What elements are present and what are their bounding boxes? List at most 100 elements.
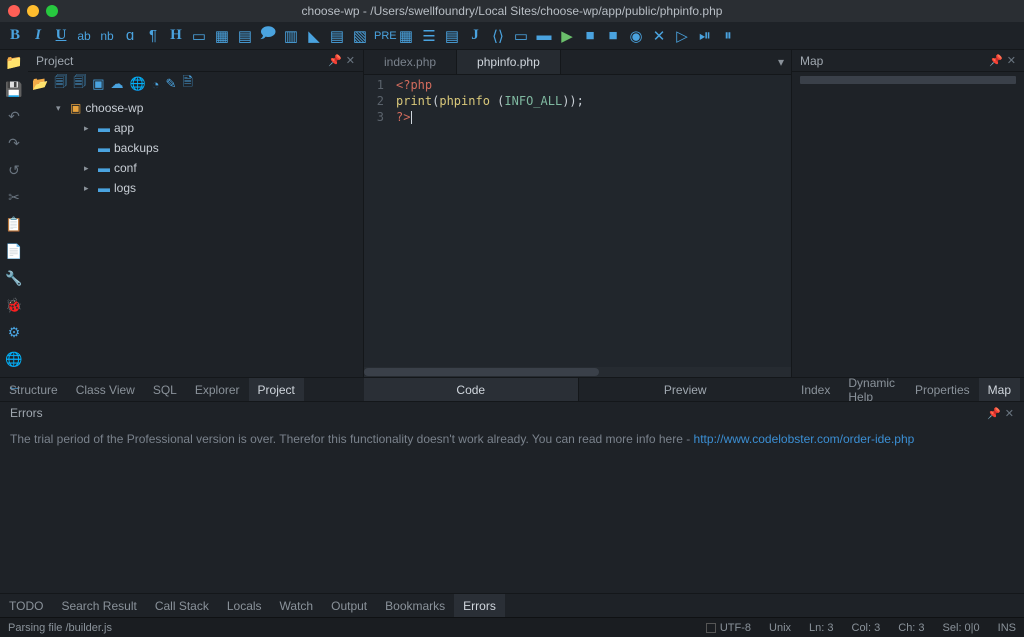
tab-search-result[interactable]: Search Result [52,594,145,617]
close-panel-icon[interactable]: ✕ [346,54,355,67]
tab-properties[interactable]: Properties [906,378,979,402]
save-icon[interactable]: 💾 [5,81,22,98]
j-button[interactable]: J [466,27,484,44]
underline-button[interactable]: U [52,27,70,44]
italic-button[interactable]: I [29,27,47,44]
proj-tool-0[interactable]: 📂 [32,76,48,92]
chevron-right-icon[interactable]: ▸ [84,183,94,194]
tab-index[interactable]: Index [792,378,839,402]
proj-tool-3[interactable]: ▣ [92,76,104,92]
errors-link[interactable]: http://www.codelobster.com/order-ide.php [694,432,915,446]
ab-button[interactable]: ab [75,29,93,43]
wrench-icon[interactable]: 🔧 [5,270,22,287]
tab-structure[interactable]: Structure [0,378,67,402]
tab-class-view[interactable]: Class View [67,378,144,402]
tool-22[interactable]: ▭ [512,27,530,45]
maximize-icon[interactable] [46,5,58,17]
proj-tool-4[interactable]: ☁ [110,76,123,92]
tool-18[interactable]: ☰ [420,27,438,45]
gear-icon[interactable]: ⚙ [8,324,21,341]
globe-icon[interactable]: 🌐 [5,351,22,368]
tree-root[interactable]: ▾ ▣ choose-wp [28,98,363,118]
pre-button[interactable]: PRE [374,30,392,42]
run-button[interactable]: ▶ [558,27,576,45]
breakpoint-button[interactable]: ◉ [627,27,645,45]
pin-icon[interactable]: 📌 [989,54,1003,67]
proj-tool-1[interactable]: 🗐 [54,73,67,95]
redo-icon[interactable]: ↷ [8,135,20,152]
tab-index-php[interactable]: index.php [364,50,457,74]
status-encoding[interactable]: UTF-8 [706,622,751,634]
tool-29[interactable]: ▷ [673,27,691,45]
tree-folder-backups[interactable]: ▬ backups [28,138,363,158]
paste-icon[interactable]: 📋 [5,216,22,233]
chevron-down-icon[interactable]: ▾ [56,103,66,114]
tab-output[interactable]: Output [322,594,376,617]
tool-14[interactable]: ▤ [328,27,346,45]
close-icon[interactable] [8,5,20,17]
tab-phpinfo-php[interactable]: phpinfo.php [457,50,561,74]
tree-folder-conf[interactable]: ▸ ▬ conf [28,158,363,178]
cut-icon[interactable]: ✂ [8,189,20,206]
tool-30[interactable]: ⏯ [696,27,714,44]
horizontal-scrollbar[interactable] [364,367,791,377]
tab-bookmarks[interactable]: Bookmarks [376,594,454,617]
tree-folder-logs[interactable]: ▸ ▬ logs [28,178,363,198]
tab-dynamic-help[interactable]: Dynamic Help [839,378,906,402]
proj-tool-5[interactable]: 🌐 [129,76,145,92]
tool-13[interactable]: ◣ [305,27,323,45]
pause-button[interactable]: ⏸ [719,27,737,44]
minimize-icon[interactable] [27,5,39,17]
tab-map[interactable]: Map [979,378,1020,402]
tab-project[interactable]: Project [249,378,304,402]
folder-icon[interactable]: 📁 [5,54,22,71]
tool-28[interactable]: ✕ [650,27,668,45]
close-panel-icon[interactable]: ✕ [1007,54,1016,67]
tab-watch[interactable]: Watch [271,594,323,617]
tool-8[interactable]: ▭ [190,27,208,45]
tree-folder-app[interactable]: ▸ ▬ app [28,118,363,138]
tool-23[interactable]: ▬ [535,27,553,44]
brackets-button[interactable]: ⟨⟩ [489,27,507,45]
nb-button[interactable]: nb [98,29,116,43]
page-icon[interactable]: 📄 [5,243,22,260]
proj-tool-7[interactable]: ✎ [166,76,177,92]
code-body[interactable]: <?php print(phpinfo (INFO_ALL)); ?> [390,75,791,377]
pin-icon[interactable]: 📌 [987,407,1001,420]
bold-button[interactable]: B [6,27,24,44]
undo-icon[interactable]: ↶ [8,108,20,125]
tool-25[interactable]: ■ [581,27,599,44]
proj-tool-2[interactable]: 🗐 [73,73,86,95]
view-code-tab[interactable]: Code [364,378,579,402]
chevron-right-icon[interactable]: ▸ [84,123,94,134]
tab-todo[interactable]: TODO [0,594,52,617]
tab-sql[interactable]: SQL [144,378,186,402]
tool-15[interactable]: ▧ [351,27,369,45]
view-preview-tab[interactable]: Preview [579,378,793,402]
status-line-ending[interactable]: Unix [769,622,791,634]
heading-button[interactable]: H [167,27,185,44]
tab-explorer[interactable]: Explorer [186,378,249,402]
proj-tool-6[interactable]: ◔ [152,77,160,92]
tool-26[interactable]: ■ [604,27,622,44]
pin-icon[interactable]: 📌 [328,54,342,67]
chevron-right-icon[interactable]: ▸ [84,163,94,174]
tool-12[interactable]: ▥ [282,27,300,45]
proj-tool-8[interactable]: 🗎 [182,73,192,95]
status-ins[interactable]: INS [998,622,1016,634]
refresh-icon[interactable]: ↺ [8,162,20,179]
tab-call-stack[interactable]: Call Stack [146,594,218,617]
close-panel-icon[interactable]: ✕ [1005,407,1014,420]
minimap[interactable] [792,72,1024,377]
comment-button[interactable]: 🗩 [259,23,277,48]
tab-errors[interactable]: Errors [454,594,505,617]
code-editor[interactable]: 1 2 3 <?php print(phpinfo (INFO_ALL)); ?… [364,75,791,377]
tool-9[interactable]: ▦ [213,27,231,45]
tool-10[interactable]: ▤ [236,27,254,45]
bug-icon[interactable]: 🐞 [5,297,22,314]
tab-locals[interactable]: Locals [218,594,271,617]
paragraph-button[interactable]: ¶ [144,27,162,44]
tool-19[interactable]: ▤ [443,27,461,45]
tabs-overflow-icon[interactable]: ▾ [771,50,791,74]
project-tree[interactable]: ▾ ▣ choose-wp ▸ ▬ app ▬ backups ▸ ▬ conf… [28,96,363,377]
